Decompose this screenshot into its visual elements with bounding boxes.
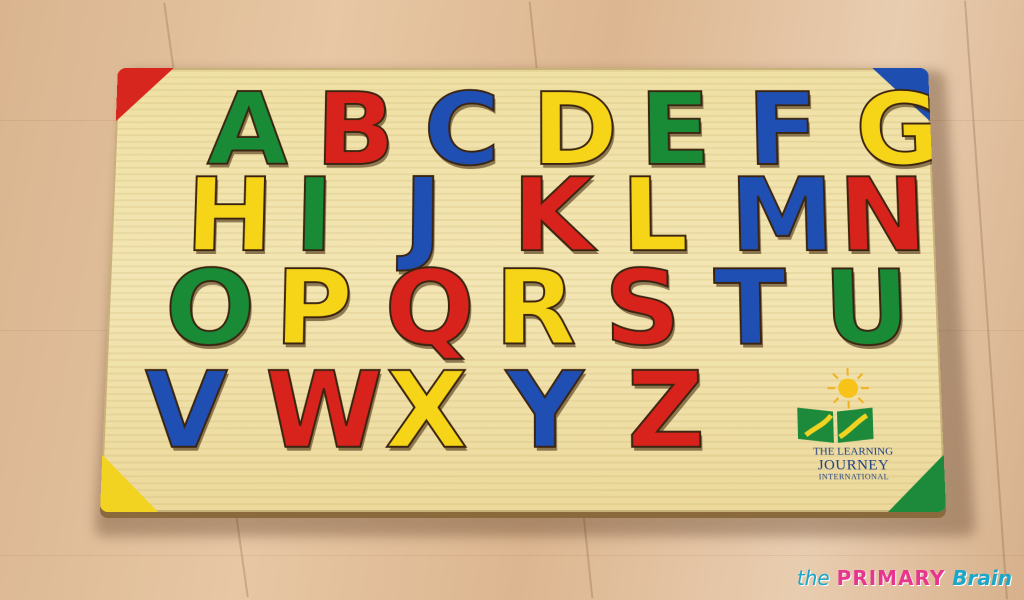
letter-piece-o[interactable]: O <box>163 258 256 361</box>
watermark-primary: PRIMARY <box>837 566 946 590</box>
letter-piece-x[interactable]: X <box>385 359 468 464</box>
logo-line-2: JOURNEY <box>789 458 919 474</box>
letter-piece-w[interactable]: W <box>263 359 383 464</box>
letter-piece-p[interactable]: P <box>274 258 354 361</box>
floor-grain <box>0 555 1024 556</box>
letter-piece-t[interactable]: T <box>713 258 788 361</box>
learning-journey-logo: THE LEARNING JOURNEY INTERNATIONAL <box>786 365 919 492</box>
letter-piece-r[interactable]: R <box>494 258 576 361</box>
letter-piece-v[interactable]: V <box>142 359 228 464</box>
letter-piece-q[interactable]: Q <box>384 258 475 361</box>
letter-piece-u[interactable]: U <box>823 258 912 361</box>
watermark-the: the <box>797 566 830 590</box>
logo-line-3: INTERNATIONAL <box>789 474 919 482</box>
logo-wordmark: THE LEARNING JOURNEY INTERNATIONAL <box>788 447 919 482</box>
watermark-brain: Brain <box>952 566 1012 590</box>
letter-piece-s[interactable]: S <box>604 258 681 361</box>
letter-piece-z[interactable]: Z <box>626 359 705 464</box>
site-watermark: the PRIMARY Brain <box>797 566 1012 590</box>
logo-line-1: THE LEARNING <box>788 447 918 458</box>
open-book-icon <box>795 402 876 445</box>
letter-piece-y[interactable]: Y <box>506 359 584 464</box>
alphabet-puzzle-board: ABCDEFGHIJKLMNOPQRSTUVWXYZ THE LEARNING … <box>100 68 946 512</box>
